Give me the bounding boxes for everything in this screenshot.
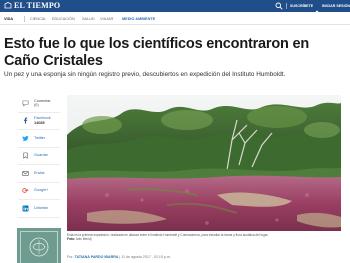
river-photo-illustration xyxy=(67,95,341,231)
nav-item-ciencia[interactable]: CIENCIA xyxy=(30,16,45,22)
section-nav: VIDA CIENCIA EDUCACIÓN SALUD VIAJAR MEDI… xyxy=(0,12,350,25)
share-save-label: Guardar xyxy=(34,153,48,158)
search-icon[interactable] xyxy=(275,2,283,10)
byline-prefix: Por: xyxy=(67,255,74,259)
logo-icon xyxy=(4,2,12,9)
share-mail-label: Enviar xyxy=(34,170,45,175)
nav-item-educacion[interactable]: EDUCACIÓN xyxy=(52,16,75,22)
share-facebook-count: 14085 xyxy=(34,120,45,125)
article-main-photo[interactable] xyxy=(67,95,341,231)
share-linkedin[interactable]: Linkedin xyxy=(18,200,60,218)
twitter-icon xyxy=(21,134,29,142)
share-comment-count: (0) xyxy=(34,103,39,108)
share-googleplus[interactable]: Google+ xyxy=(18,183,60,200)
nav-item-medio-ambiente[interactable]: MEDIO AMBIENTE xyxy=(122,16,155,22)
topbar-divider xyxy=(286,3,287,9)
login-link[interactable]: INICIAR SESIÓN xyxy=(322,3,350,9)
share-facebook[interactable]: Facebook 14085 xyxy=(18,113,60,130)
nav-item-salud[interactable]: SALUD xyxy=(82,16,95,22)
mail-icon xyxy=(21,169,29,177)
article-lead: Un pez y una esponja sin ningún registro… xyxy=(4,71,286,78)
caption-credit: Iván Mendj xyxy=(75,237,92,242)
share-linkedin-label: Linkedin xyxy=(34,205,49,210)
caption-credit-label: Foto: xyxy=(67,237,75,242)
logo-text: EL TIEMPO xyxy=(14,1,61,10)
share-comment[interactable]: Comentar (0) xyxy=(18,95,60,113)
nav-divider xyxy=(24,16,25,22)
share-save[interactable]: Guardar xyxy=(18,148,60,165)
nav-item-viajar[interactable]: VIAJAR xyxy=(100,16,113,22)
share-comment-label: Comentar xyxy=(34,98,51,103)
seal-icon xyxy=(29,237,49,257)
promo-thumbnail[interactable] xyxy=(17,228,61,263)
linkedin-icon xyxy=(21,204,29,212)
subscribe-link[interactable]: SUSCRÍBETE xyxy=(290,3,313,9)
article-byline: Por: TATIANA PARDO IBARRA | 11 de agosto… xyxy=(67,255,341,260)
article-title: Esto fue lo que los científicos encontra… xyxy=(4,36,310,69)
nav-item-vida[interactable]: VIDA xyxy=(4,16,13,22)
comment-icon xyxy=(21,99,29,107)
share-twitter-label: Twitter xyxy=(34,135,46,140)
byline-author[interactable]: TATIANA PARDO IBARRA xyxy=(75,255,119,259)
share-twitter[interactable]: Twitter xyxy=(18,130,60,148)
share-facebook-label: Facebook xyxy=(34,116,51,121)
caption-text: Esta es la primera expedición, realizada… xyxy=(67,233,269,237)
share-mail[interactable]: Enviar xyxy=(18,165,60,183)
photo-caption: Esta es la primera expedición, realizada… xyxy=(67,233,341,241)
top-bar: EL TIEMPO SUSCRÍBETE INICIAR SESIÓN xyxy=(0,0,350,16)
byline-date: 11 de agosto 2017 , 02:15 p.m. xyxy=(121,255,171,259)
bookmark-icon xyxy=(21,152,29,160)
share-sidebar: Comentar (0) Facebook 14085 Twitter Guarda… xyxy=(18,95,60,218)
googleplus-icon xyxy=(21,187,29,195)
user-icon[interactable] xyxy=(314,3,320,16)
site-logo[interactable]: EL TIEMPO xyxy=(4,1,60,11)
share-googleplus-label: Google+ xyxy=(34,188,49,193)
facebook-icon xyxy=(21,117,29,125)
